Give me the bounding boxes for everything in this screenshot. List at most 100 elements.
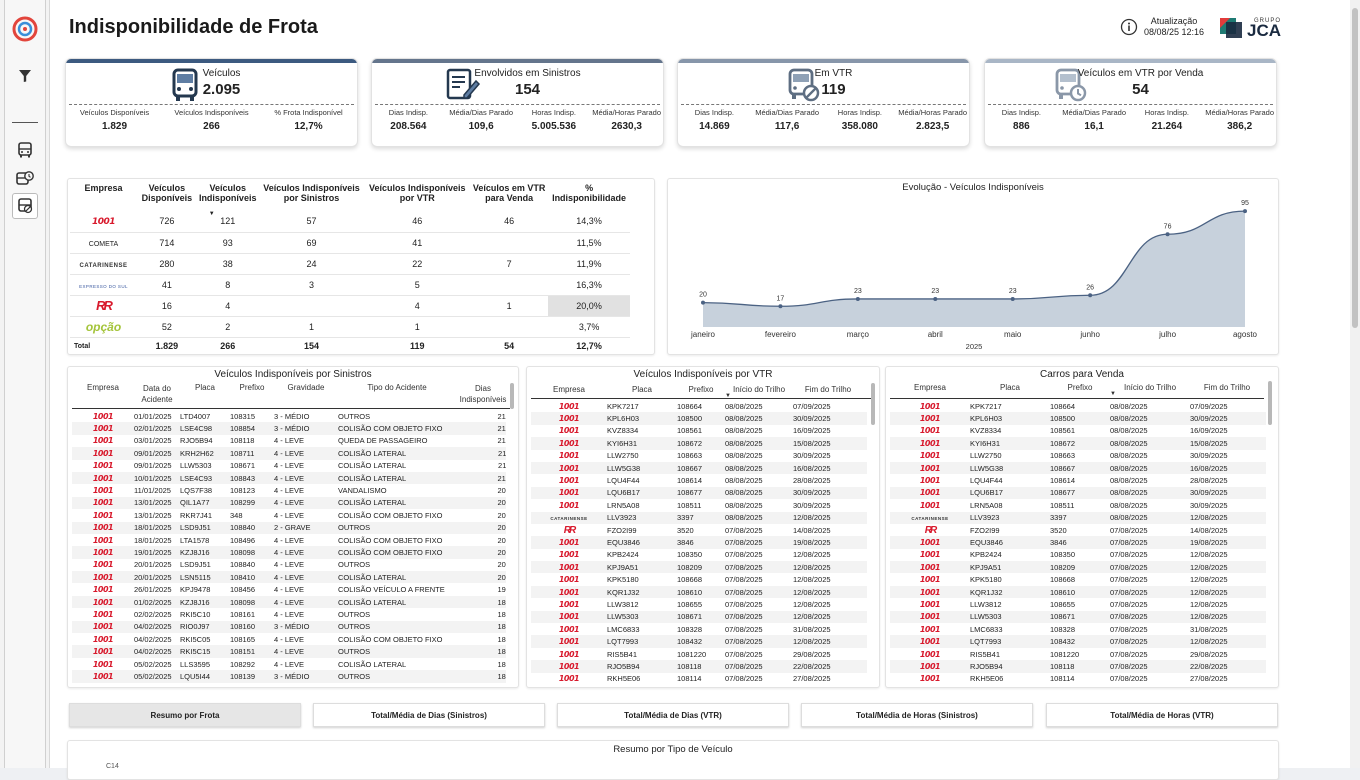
app-logo-icon[interactable] bbox=[12, 16, 38, 42]
tab-resumo-frota[interactable]: Resumo por Frota bbox=[69, 703, 301, 727]
list-row[interactable]: 1001 LMC6833 108328 07/08/2025 31/08/2025 bbox=[890, 623, 1266, 635]
list-row[interactable]: 1001 LQU6B17 108677 08/08/2025 30/09/2025 bbox=[531, 486, 867, 500]
column-header[interactable]: Placa bbox=[180, 383, 230, 405]
list-row[interactable]: 1001 10/01/2025 LSE4C93 108843 4 - LEVE COLIS… bbox=[72, 471, 506, 485]
list-row[interactable]: 1001 KPK5180 108668 07/08/2025 12/08/2025 bbox=[531, 573, 867, 585]
list-row[interactable]: 1001 KPB2424 108350 07/08/2025 12/08/2025 bbox=[531, 549, 867, 561]
list-row[interactable]: 1001 03/01/2025 RJO5B94 108118 4 - LEVE QUEDA… bbox=[72, 435, 506, 447]
list-row[interactable]: 1001 LLW5G38 108667 08/08/2025 16/08/2025 bbox=[531, 461, 867, 475]
column-header[interactable]: Veículos em VTR para Venda bbox=[470, 183, 548, 211]
column-header[interactable]: Início do Trilho ▼ bbox=[1110, 383, 1190, 397]
list-row[interactable]: CATARINENSE LLV3923 3397 08/08/2025 12/08/20… bbox=[531, 511, 867, 524]
list-row[interactable]: 1001 19/01/2025 KZJ8J16 108098 4 - LEVE COLIS… bbox=[72, 546, 506, 559]
list-row[interactable]: 1001 KPJ9A51 108209 07/08/2025 12/08/2025 bbox=[531, 561, 867, 574]
list-row[interactable]: 1001 EQU3846 3846 07/08/2025 19/08/2025 bbox=[531, 536, 867, 549]
list-row[interactable]: 1001 EQU3846 3846 07/08/2025 19/08/2025 bbox=[890, 536, 1266, 549]
column-header[interactable]: Prefixo bbox=[1050, 383, 1110, 392]
chart-point[interactable] bbox=[1010, 296, 1015, 301]
list-row[interactable]: 1001 KVZ8334 108561 08/08/2025 16/09/2025 bbox=[531, 425, 867, 437]
list-row[interactable]: 1001 LLW5G38 108667 08/08/2025 16/08/2025 bbox=[890, 461, 1266, 475]
column-header[interactable]: Placa bbox=[970, 383, 1050, 392]
column-header[interactable]: Prefixo bbox=[677, 385, 725, 394]
column-header[interactable]: Prefixo bbox=[230, 383, 274, 405]
list-row[interactable]: RR FZO2I99 3520 07/08/2025 14/08/2025 bbox=[890, 524, 1266, 536]
list-row[interactable]: 1001 RJO5B94 108118 07/08/2025 22/08/2025 bbox=[531, 660, 867, 673]
list-row[interactable]: 1001 05/02/2025 LLS3595 108292 4 - LEVE COLIS… bbox=[72, 658, 506, 670]
list-row[interactable]: 1001 RIS5B41 1081220 07/08/2025 29/08/2025 bbox=[890, 648, 1266, 660]
list-row[interactable]: 1001 01/02/2025 KZJ8J16 108098 4 - LEVE COLIS… bbox=[72, 595, 506, 609]
list-row[interactable]: 1001 LQU4F44 108614 08/08/2025 28/08/2025 bbox=[890, 474, 1266, 486]
chart-point[interactable] bbox=[1165, 232, 1170, 237]
bus-clock-icon[interactable] bbox=[12, 166, 38, 192]
scrollbar-thumb[interactable] bbox=[871, 383, 875, 425]
scrollbar-thumb[interactable] bbox=[1268, 381, 1272, 425]
chart-point[interactable] bbox=[778, 304, 783, 309]
bus-icon[interactable] bbox=[12, 137, 38, 163]
column-header[interactable]: Empresa bbox=[72, 383, 134, 405]
table-row[interactable]: CATARINENSE 280 38 24 22 7 11,9% bbox=[70, 253, 630, 275]
list-row[interactable]: 1001 KQR1J32 108610 07/08/2025 12/08/2025 bbox=[890, 585, 1266, 599]
tab-horas-sinistros[interactable]: Total/Média de Horas (Sinistros) bbox=[801, 703, 1033, 727]
list-row[interactable]: 1001 LLW3812 108655 07/08/2025 12/08/2025 bbox=[890, 598, 1266, 610]
column-header[interactable]: Gravidade bbox=[274, 383, 338, 405]
scrollbar-thumb[interactable] bbox=[510, 383, 514, 409]
list-row[interactable]: 1001 LQT7993 108432 07/08/2025 12/08/2025 bbox=[890, 635, 1266, 648]
list-row[interactable]: 1001 KPK7217 108664 08/08/2025 07/09/2025 bbox=[890, 400, 1266, 412]
bus-blocked-icon[interactable] bbox=[12, 193, 38, 219]
list-row[interactable]: 1001 26/01/2025 KPJ9478 108456 4 - LEVE COLIS… bbox=[72, 583, 506, 595]
list-row[interactable]: 1001 KPK5180 108668 07/08/2025 12/08/2025 bbox=[890, 573, 1266, 585]
list-row[interactable]: 1001 13/01/2025 QIL1A77 108299 4 - LEVE COLIS… bbox=[72, 496, 506, 510]
list-row[interactable]: 1001 04/02/2025 RKI5C15 108151 4 - LEVE OUTRO… bbox=[72, 645, 506, 658]
list-row[interactable]: 1001 KPJ9A51 108209 07/08/2025 12/08/2025 bbox=[890, 561, 1266, 574]
list-row[interactable]: 1001 05/02/2025 LQU5I44 108139 3 - MÉDIO OUTR… bbox=[72, 670, 506, 683]
scrollbar-thumb[interactable] bbox=[1352, 8, 1358, 328]
column-header[interactable]: Empresa bbox=[531, 385, 607, 394]
list-row[interactable]: 1001 KPL6H03 108500 08/08/2025 30/09/2025 bbox=[531, 412, 867, 425]
list-row[interactable]: 1001 LRN5A08 108511 08/08/2025 30/09/2025 bbox=[890, 499, 1266, 511]
page-scrollbar[interactable] bbox=[1350, 0, 1360, 768]
list-row[interactable]: 1001 04/02/2025 RKI5C05 108165 4 - LEVE COLIS… bbox=[72, 633, 506, 645]
chart-point[interactable] bbox=[1243, 209, 1247, 214]
tab-dias-sinistros[interactable]: Total/Média de Dias (Sinistros) bbox=[313, 703, 545, 727]
column-header[interactable]: Veículos Indisponíveis ▼ bbox=[197, 183, 259, 217]
column-header[interactable]: Empresa bbox=[890, 383, 970, 392]
list-row[interactable]: 1001 KPB2424 108350 07/08/2025 12/08/2025 bbox=[890, 549, 1266, 561]
list-row[interactable]: CATARINENSE LLV3923 3397 08/08/2025 12/08/20… bbox=[890, 511, 1266, 524]
column-header[interactable]: % Indisponibilidade bbox=[548, 183, 630, 211]
list-row[interactable]: RR FZO2I99 3520 07/08/2025 14/08/2025 bbox=[531, 524, 867, 536]
list-row[interactable]: 1001 18/01/2025 LTA1578 108496 4 - LEVE COLIS… bbox=[72, 534, 506, 546]
column-header[interactable]: Data do Acidente bbox=[134, 383, 180, 405]
table-row[interactable]: RR 16 4 4 1 20,0% bbox=[70, 295, 630, 317]
list-row[interactable]: 1001 KVZ8334 108561 08/08/2025 16/09/2025 bbox=[890, 425, 1266, 437]
column-header[interactable]: Placa bbox=[607, 385, 677, 394]
list-row[interactable]: 1001 LQU4F44 108614 08/08/2025 28/08/2025 bbox=[531, 474, 867, 486]
column-header[interactable]: Dias Indisponíveis bbox=[456, 383, 510, 405]
list-row[interactable]: 1001 LLW5303 108671 07/08/2025 12/08/2025 bbox=[890, 610, 1266, 624]
chart-point[interactable] bbox=[855, 296, 860, 301]
chart-point[interactable] bbox=[1088, 293, 1093, 298]
list-row[interactable]: 1001 KPK7217 108664 08/08/2025 07/09/2025 bbox=[531, 400, 867, 412]
list-row[interactable]: 1001 04/02/2025 RIO0J97 108160 3 - MÉDIO OUTR… bbox=[72, 620, 506, 634]
table-row[interactable]: EXPRESSO DO SUL 41 8 3 5 16,3% bbox=[70, 274, 630, 296]
list-row[interactable]: 1001 RJO5B94 108118 07/08/2025 22/08/2025 bbox=[890, 660, 1266, 673]
list-row[interactable]: 1001 18/01/2025 LSD9J51 108840 2 - GRAVE OUTR… bbox=[72, 521, 506, 534]
tab-horas-vtr[interactable]: Total/Média de Horas (VTR) bbox=[1046, 703, 1278, 727]
info-icon[interactable] bbox=[1120, 18, 1138, 36]
column-header[interactable]: Empresa bbox=[70, 183, 137, 211]
list-row[interactable]: 1001 LMC6833 108328 07/08/2025 31/08/2025 bbox=[531, 623, 867, 635]
chart-point[interactable] bbox=[701, 300, 705, 305]
list-row[interactable]: 1001 KYI6H31 108672 08/08/2025 15/08/2025 bbox=[890, 437, 1266, 450]
list-row[interactable]: 1001 02/02/2025 RKI5C10 108161 4 - LEVE OUTRO… bbox=[72, 608, 506, 620]
column-header[interactable]: Veículos Disponíveis bbox=[137, 183, 197, 211]
list-row[interactable]: 1001 01/01/2025 LTD4007 108315 3 - MÉDIO OUTR… bbox=[72, 410, 506, 422]
list-row[interactable]: 1001 LLW2750 108663 08/08/2025 30/09/2025 bbox=[531, 450, 867, 462]
list-row[interactable]: 1001 11/01/2025 LQS7F38 108123 4 - LEVE VANDA… bbox=[72, 484, 506, 496]
column-header[interactable]: Tipo do Acidente bbox=[338, 383, 456, 405]
list-row[interactable]: 1001 KQR1J32 108610 07/08/2025 12/08/2025 bbox=[531, 585, 867, 599]
list-row[interactable]: 1001 LQT7993 108432 07/08/2025 12/08/2025 bbox=[531, 635, 867, 648]
table-row[interactable]: COMETA 714 93 69 41 11,5% bbox=[70, 232, 630, 254]
list-row[interactable]: 1001 20/01/2025 LSN5115 108410 4 - LEVE COLIS… bbox=[72, 571, 506, 584]
list-row[interactable]: 1001 LRN5A08 108511 08/08/2025 30/09/2025 bbox=[531, 499, 867, 511]
table-row[interactable]: opção 52 2 1 1 3,7% bbox=[70, 316, 630, 338]
list-row[interactable]: 1001 LLW2750 108663 08/08/2025 30/09/2025 bbox=[890, 450, 1266, 462]
